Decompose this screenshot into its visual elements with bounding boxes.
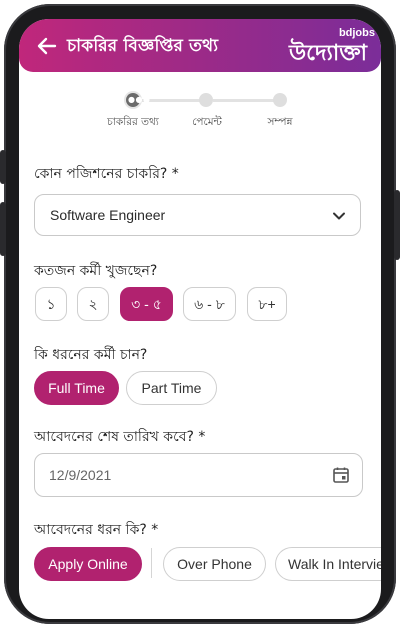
position-select-value: Software Engineer bbox=[50, 207, 166, 223]
divider bbox=[151, 548, 152, 578]
step-2-label: পেমেন্ট bbox=[192, 116, 222, 128]
full-time-button[interactable]: Full Time bbox=[34, 371, 119, 405]
workers-option-3-5[interactable]: ৩ - ৫ bbox=[120, 287, 173, 321]
deadline-date-value: 12/9/2021 bbox=[49, 467, 112, 483]
app-header: চাকরির বিজ্ঞপ্তির তথ্য bdjobs উদ্যোক্তা bbox=[19, 19, 381, 72]
worker-type-label: কি ধরনের কর্মী চান? bbox=[34, 347, 148, 363]
step-3-indicator bbox=[273, 93, 287, 107]
workers-option-1[interactable]: ১ bbox=[35, 287, 67, 321]
workers-count-label: কতজন কর্মী খুজছেন? bbox=[34, 263, 158, 279]
more-dots-icon: ●●● bbox=[128, 95, 151, 104]
progress-stepper: ●●● চাকরির তথ্য পেমেন্ট সম্পন্ন bbox=[19, 85, 381, 135]
chevron-down-icon bbox=[333, 212, 345, 220]
workers-option-8-plus[interactable]: ৮+ bbox=[247, 287, 287, 321]
position-select[interactable]: Software Engineer bbox=[34, 194, 361, 236]
step-3-label: সম্পন্ন bbox=[267, 116, 293, 128]
arrow-left-icon[interactable] bbox=[35, 34, 59, 58]
side-button bbox=[0, 150, 6, 184]
step-1-indicator: ●●● bbox=[126, 93, 150, 107]
over-phone-button[interactable]: Over Phone bbox=[163, 547, 266, 581]
deadline-date-field[interactable]: 12/9/2021 bbox=[34, 453, 363, 497]
step-1-label: চাকরির তথ্য bbox=[107, 116, 159, 128]
brand-logo-main-text: উদ্যোক্তা bbox=[289, 41, 368, 66]
app-screen: চাকরির বিজ্ঞপ্তির তথ্য bdjobs উদ্যোক্তা … bbox=[19, 19, 381, 619]
part-time-button[interactable]: Part Time bbox=[126, 371, 217, 405]
page-title: চাকরির বিজ্ঞপ্তির তথ্য bbox=[67, 36, 219, 56]
side-button bbox=[394, 190, 400, 260]
step-2-indicator bbox=[199, 93, 213, 107]
brand-logo: bdjobs উদ্যোক্তা bbox=[285, 25, 377, 69]
deadline-label: আবেদনের শেষ তারিখ কবে? * bbox=[34, 429, 206, 445]
step-connector bbox=[213, 99, 281, 102]
apply-type-label: আবেদনের ধরন কি? * bbox=[34, 522, 159, 538]
side-button bbox=[0, 202, 6, 256]
calendar-icon[interactable] bbox=[332, 466, 350, 484]
workers-option-2[interactable]: ২ bbox=[77, 287, 109, 321]
position-label: কোন পজিশনের চাকরি? * bbox=[34, 166, 179, 182]
apply-online-button[interactable]: Apply Online bbox=[34, 547, 142, 581]
walk-in-interview-button[interactable]: Walk In Interview bbox=[275, 547, 381, 581]
workers-option-6-8[interactable]: ৬ - ৮ bbox=[183, 287, 236, 321]
